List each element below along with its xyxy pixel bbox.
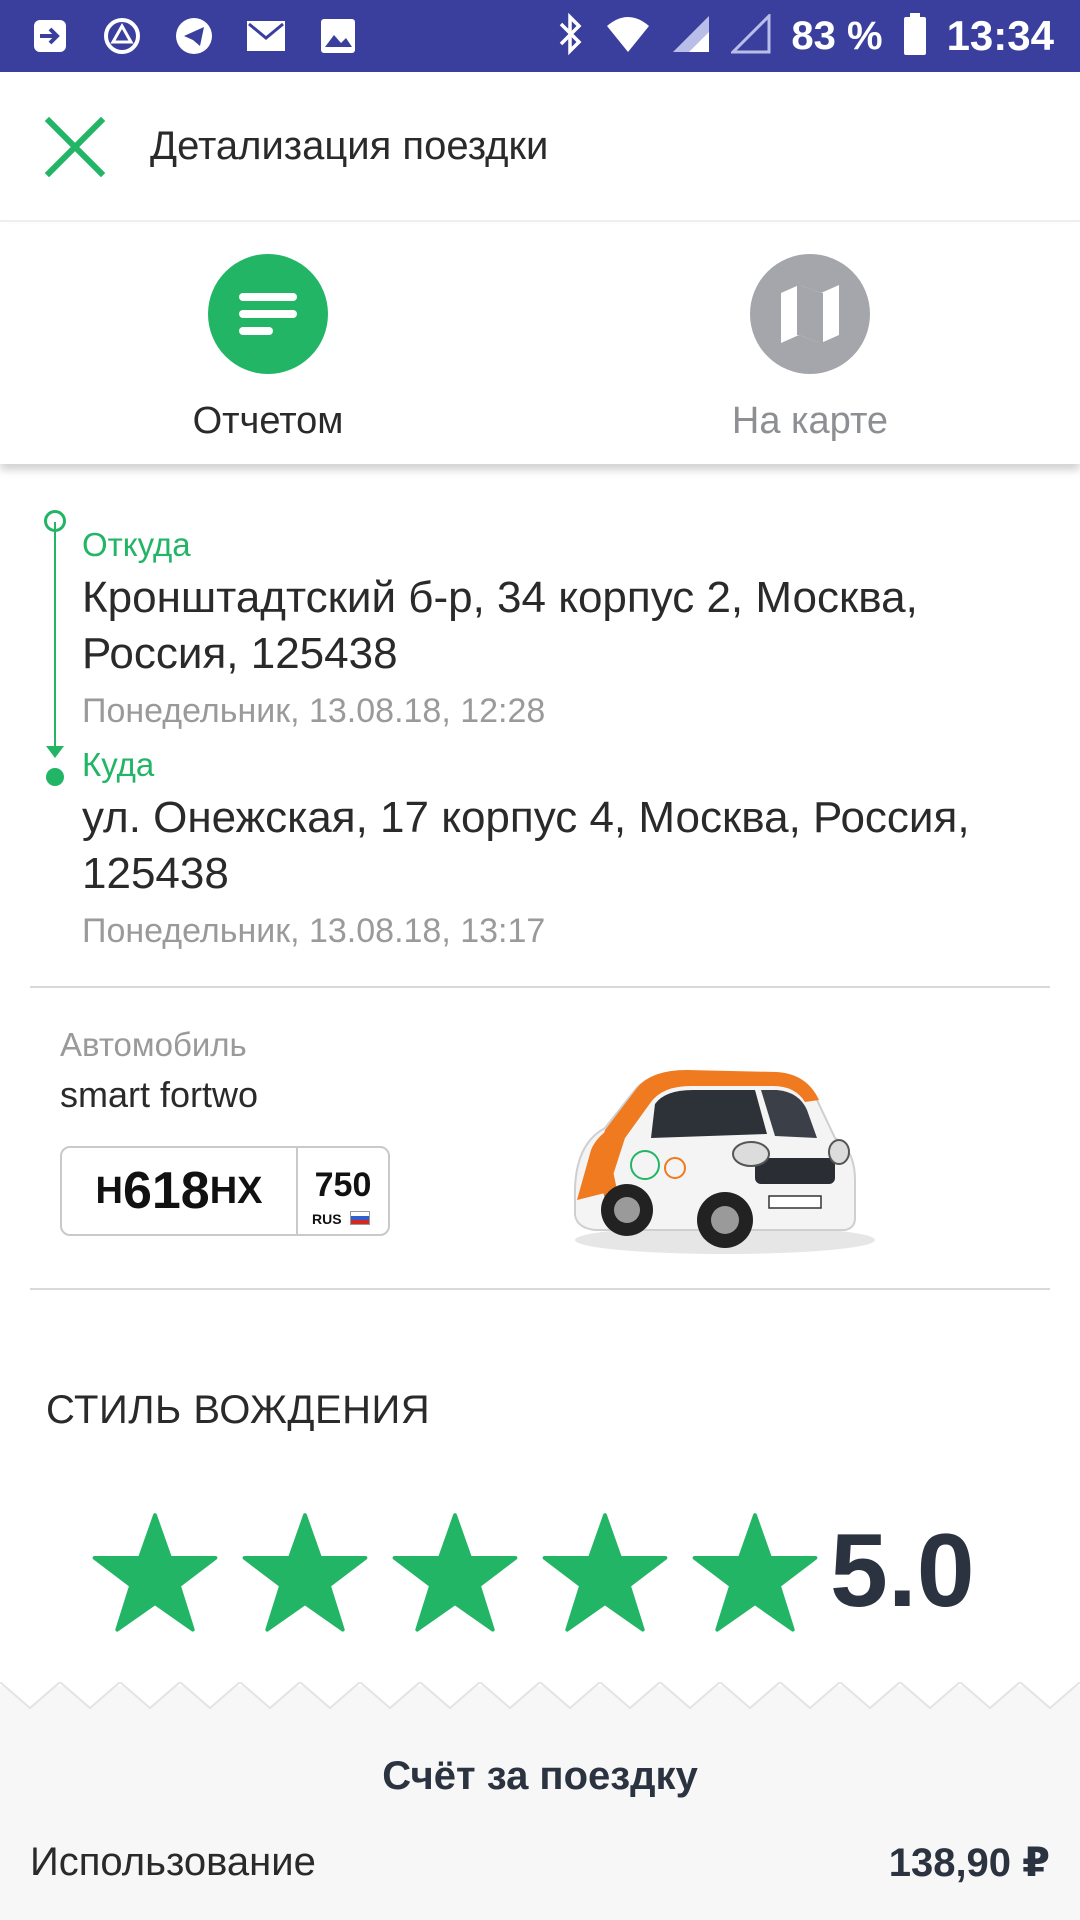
to-address: ул. Онежская, 17 корпус 4, Москва, Росси… bbox=[82, 793, 970, 898]
battery-icon bbox=[903, 12, 927, 61]
exit-icon bbox=[28, 14, 72, 58]
bill-section: Счёт за поездку Использование 138,90 ₽ bbox=[0, 1682, 1080, 1920]
tab-map-label: На карте bbox=[731, 400, 889, 442]
car-label: Автомобиль bbox=[60, 1026, 247, 1063]
plate-region: 750 RUS bbox=[298, 1148, 388, 1234]
car-image bbox=[573, 1070, 875, 1254]
driving-style-title: СТИЛЬ ВОЖДЕНИЯ bbox=[46, 1388, 431, 1432]
clock: 13:34 bbox=[946, 12, 1054, 59]
star-icon bbox=[392, 1513, 518, 1632]
plate-digits: 618 bbox=[122, 1162, 210, 1220]
close-icon bbox=[44, 116, 106, 178]
divider bbox=[30, 986, 1050, 988]
bill-item-amount: 138,90 ₽ bbox=[888, 1841, 1050, 1885]
bill-item-label: Использование bbox=[30, 1840, 316, 1884]
vpn-icon bbox=[100, 14, 144, 58]
bluetooth-icon bbox=[555, 12, 585, 61]
plate-suffix: НХ bbox=[209, 1169, 263, 1212]
tab-report-label: Отчетом bbox=[192, 400, 344, 442]
tab-report[interactable]: Отчетом bbox=[118, 254, 418, 454]
telegram-icon bbox=[172, 14, 216, 58]
plate-number: Н 618 НХ bbox=[62, 1148, 298, 1234]
bill-title: Счёт за поездку bbox=[382, 1754, 698, 1798]
close-button[interactable] bbox=[38, 110, 112, 184]
list-icon bbox=[239, 293, 297, 335]
status-bar: 83 % 13:34 bbox=[0, 0, 1080, 72]
wifi-icon bbox=[605, 14, 651, 59]
route-line bbox=[54, 522, 56, 754]
route-arrow-icon bbox=[46, 746, 64, 758]
russian-flag-icon bbox=[350, 1211, 370, 1225]
map-icon bbox=[781, 285, 839, 343]
car-model: smart fortwo bbox=[60, 1074, 259, 1115]
to-label: Куда bbox=[82, 746, 155, 783]
star-icon bbox=[92, 1513, 218, 1632]
app-bar: Детализация поездки bbox=[0, 72, 1080, 222]
from-date: Понедельник, 13.08.18, 12:28 bbox=[82, 692, 546, 730]
system-indicators: 83 % 13:34 bbox=[555, 10, 1054, 62]
mail-icon bbox=[244, 14, 288, 58]
route-end-dot bbox=[46, 768, 64, 786]
notification-icons bbox=[28, 14, 360, 58]
star-icon bbox=[542, 1513, 668, 1632]
page-title: Детализация поездки bbox=[150, 124, 549, 168]
tab-map[interactable]: На карте bbox=[660, 254, 960, 454]
signal-icon bbox=[671, 14, 711, 59]
star-icon bbox=[692, 1513, 818, 1632]
zigzag-edge bbox=[0, 1682, 1080, 1718]
from-label: Откуда bbox=[82, 526, 191, 563]
signal-empty-icon bbox=[729, 11, 771, 59]
plate-country: RUS bbox=[312, 1211, 342, 1227]
plate-prefix: Н bbox=[95, 1169, 123, 1212]
image-icon bbox=[316, 14, 360, 58]
star-icon bbox=[242, 1513, 368, 1632]
from-address: Кронштадтский б-р, 34 корпус 2, Москва, … bbox=[82, 573, 918, 678]
plate-region-code: 750 bbox=[314, 1166, 372, 1204]
license-plate: Н 618 НХ 750 RUS bbox=[60, 1146, 390, 1236]
view-tabs: Отчетом На карте bbox=[0, 224, 1080, 464]
battery-percent: 83 % bbox=[791, 13, 883, 58]
driving-style-stars bbox=[92, 1508, 842, 1638]
to-date: Понедельник, 13.08.18, 13:17 bbox=[82, 912, 546, 950]
report-tab-circle bbox=[208, 254, 328, 374]
driving-style-score: 5.0 bbox=[830, 1513, 975, 1629]
map-tab-circle bbox=[750, 254, 870, 374]
divider bbox=[30, 1288, 1050, 1290]
